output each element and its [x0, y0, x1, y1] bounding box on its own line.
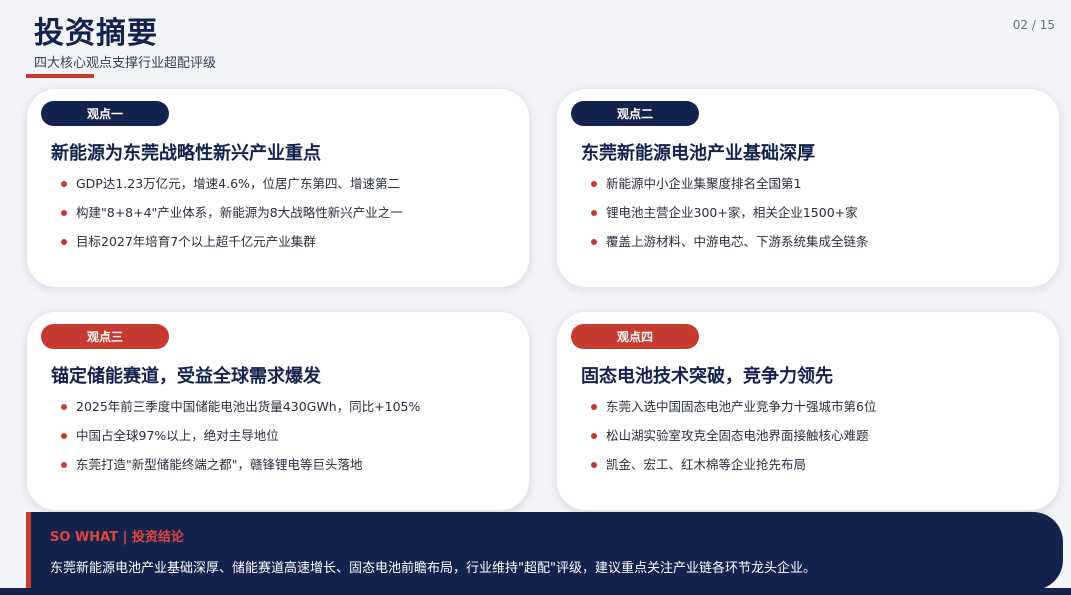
conclusion-text: 东莞新能源电池产业基础深厚、储能赛道高速增长、固态电池前瞻布局，行业维持"超配"…	[50, 561, 816, 576]
bullet-dot-icon	[591, 404, 597, 410]
page-subtitle: 四大核心观点支撑行业超配评级	[34, 56, 217, 71]
bullet-item: 东莞打造"新型储能终端之都"，赣锋锂电等巨头落地	[61, 457, 515, 486]
viewpoint-tag: 观点二	[571, 101, 699, 126]
bullet-text: 构建"8+8+4"产业体系，新能源为8大战略性新兴产业之一	[76, 205, 403, 220]
viewpoint-title: 固态电池技术突破，竞争力领先	[581, 366, 833, 387]
conclusion-banner: SO WHAT | 投资结论 东莞新能源电池产业基础深厚、储能赛道高速增长、固态…	[26, 512, 1063, 590]
bullet-dot-icon	[61, 404, 67, 410]
bullet-dot-icon	[61, 462, 67, 468]
bullet-text: 2025年前三季度中国储能电池出货量430GWh，同比+105%	[76, 399, 421, 414]
bullet-item: 松山湖实验室攻克全固态电池界面接触核心难题	[591, 428, 1045, 457]
conclusion-label: SO WHAT | 投资结论	[50, 530, 184, 545]
bullet-item: 中国占全球97%以上，绝对主导地位	[61, 428, 515, 457]
bullet-list: 东莞入选中国固态电池产业竞争力十强城市第6位 松山湖实验室攻克全固态电池界面接触…	[591, 399, 1045, 486]
bullet-dot-icon	[61, 181, 67, 187]
bullet-item: 构建"8+8+4"产业体系，新能源为8大战略性新兴产业之一	[61, 205, 515, 234]
viewpoint-tag: 观点四	[571, 324, 699, 349]
bullet-item: GDP达1.23万亿元，增速4.6%，位居广东第四、增速第二	[61, 176, 515, 205]
bullet-text: 目标2027年培育7个以上超千亿元产业集群	[76, 234, 316, 249]
bullet-text: 凯金、宏工、红木棉等企业抢先布局	[606, 457, 807, 472]
bullet-text: 东莞打造"新型储能终端之都"，赣锋锂电等巨头落地	[76, 457, 363, 472]
bullet-item: 2025年前三季度中国储能电池出货量430GWh，同比+105%	[61, 399, 515, 428]
bullet-item: 新能源中小企业集聚度排名全国第1	[591, 176, 1045, 205]
viewpoint-card-4: 观点四 固态电池技术突破，竞争力领先 东莞入选中国固态电池产业竞争力十强城市第6…	[556, 311, 1060, 511]
bullet-dot-icon	[591, 210, 597, 216]
bullet-text: 新能源中小企业集聚度排名全国第1	[606, 176, 802, 191]
viewpoint-title: 东莞新能源电池产业基础深厚	[581, 143, 815, 164]
bullet-text: 松山湖实验室攻克全固态电池界面接触核心难题	[606, 428, 869, 443]
bullet-dot-icon	[591, 239, 597, 245]
bullet-dot-icon	[61, 239, 67, 245]
page-number: 02 / 15	[1012, 18, 1055, 32]
bullet-dot-icon	[61, 210, 67, 216]
bullet-list: 2025年前三季度中国储能电池出货量430GWh，同比+105% 中国占全球97…	[61, 399, 515, 486]
bullet-dot-icon	[61, 433, 67, 439]
conclusion-accent-bar	[26, 512, 31, 590]
bullet-text: 东莞入选中国固态电池产业竞争力十强城市第6位	[606, 399, 877, 414]
bullet-item: 东莞入选中国固态电池产业竞争力十强城市第6位	[591, 399, 1045, 428]
bullet-text: 覆盖上游材料、中游电芯、下游系统集成全链条	[606, 234, 869, 249]
viewpoint-card-3: 观点三 锚定储能赛道，受益全球需求爆发 2025年前三季度中国储能电池出货量43…	[26, 311, 530, 511]
viewpoint-card-2: 观点二 东莞新能源电池产业基础深厚 新能源中小企业集聚度排名全国第1 锂电池主营…	[556, 88, 1060, 288]
title-underline	[26, 74, 94, 78]
bullet-list: 新能源中小企业集聚度排名全国第1 锂电池主营企业300+家，相关企业1500+家…	[591, 176, 1045, 263]
bullet-text: 锂电池主营企业300+家，相关企业1500+家	[606, 205, 858, 220]
bullet-text: GDP达1.23万亿元，增速4.6%，位居广东第四、增速第二	[76, 176, 400, 191]
bullet-item: 目标2027年培育7个以上超千亿元产业集群	[61, 234, 515, 263]
bottom-strip	[0, 588, 1071, 595]
bullet-list: GDP达1.23万亿元，增速4.6%，位居广东第四、增速第二 构建"8+8+4"…	[61, 176, 515, 263]
viewpoint-title: 锚定储能赛道，受益全球需求爆发	[51, 366, 321, 387]
page-title: 投资摘要	[34, 16, 158, 51]
bullet-dot-icon	[591, 462, 597, 468]
viewpoint-tag: 观点一	[41, 101, 169, 126]
viewpoint-tag: 观点三	[41, 324, 169, 349]
viewpoint-title: 新能源为东莞战略性新兴产业重点	[51, 143, 321, 164]
bullet-item: 凯金、宏工、红木棉等企业抢先布局	[591, 457, 1045, 486]
viewpoint-card-1: 观点一 新能源为东莞战略性新兴产业重点 GDP达1.23万亿元，增速4.6%，位…	[26, 88, 530, 288]
bullet-dot-icon	[591, 181, 597, 187]
bullet-dot-icon	[591, 433, 597, 439]
bullet-text: 中国占全球97%以上，绝对主导地位	[76, 428, 279, 443]
bullet-item: 锂电池主营企业300+家，相关企业1500+家	[591, 205, 1045, 234]
bullet-item: 覆盖上游材料、中游电芯、下游系统集成全链条	[591, 234, 1045, 263]
